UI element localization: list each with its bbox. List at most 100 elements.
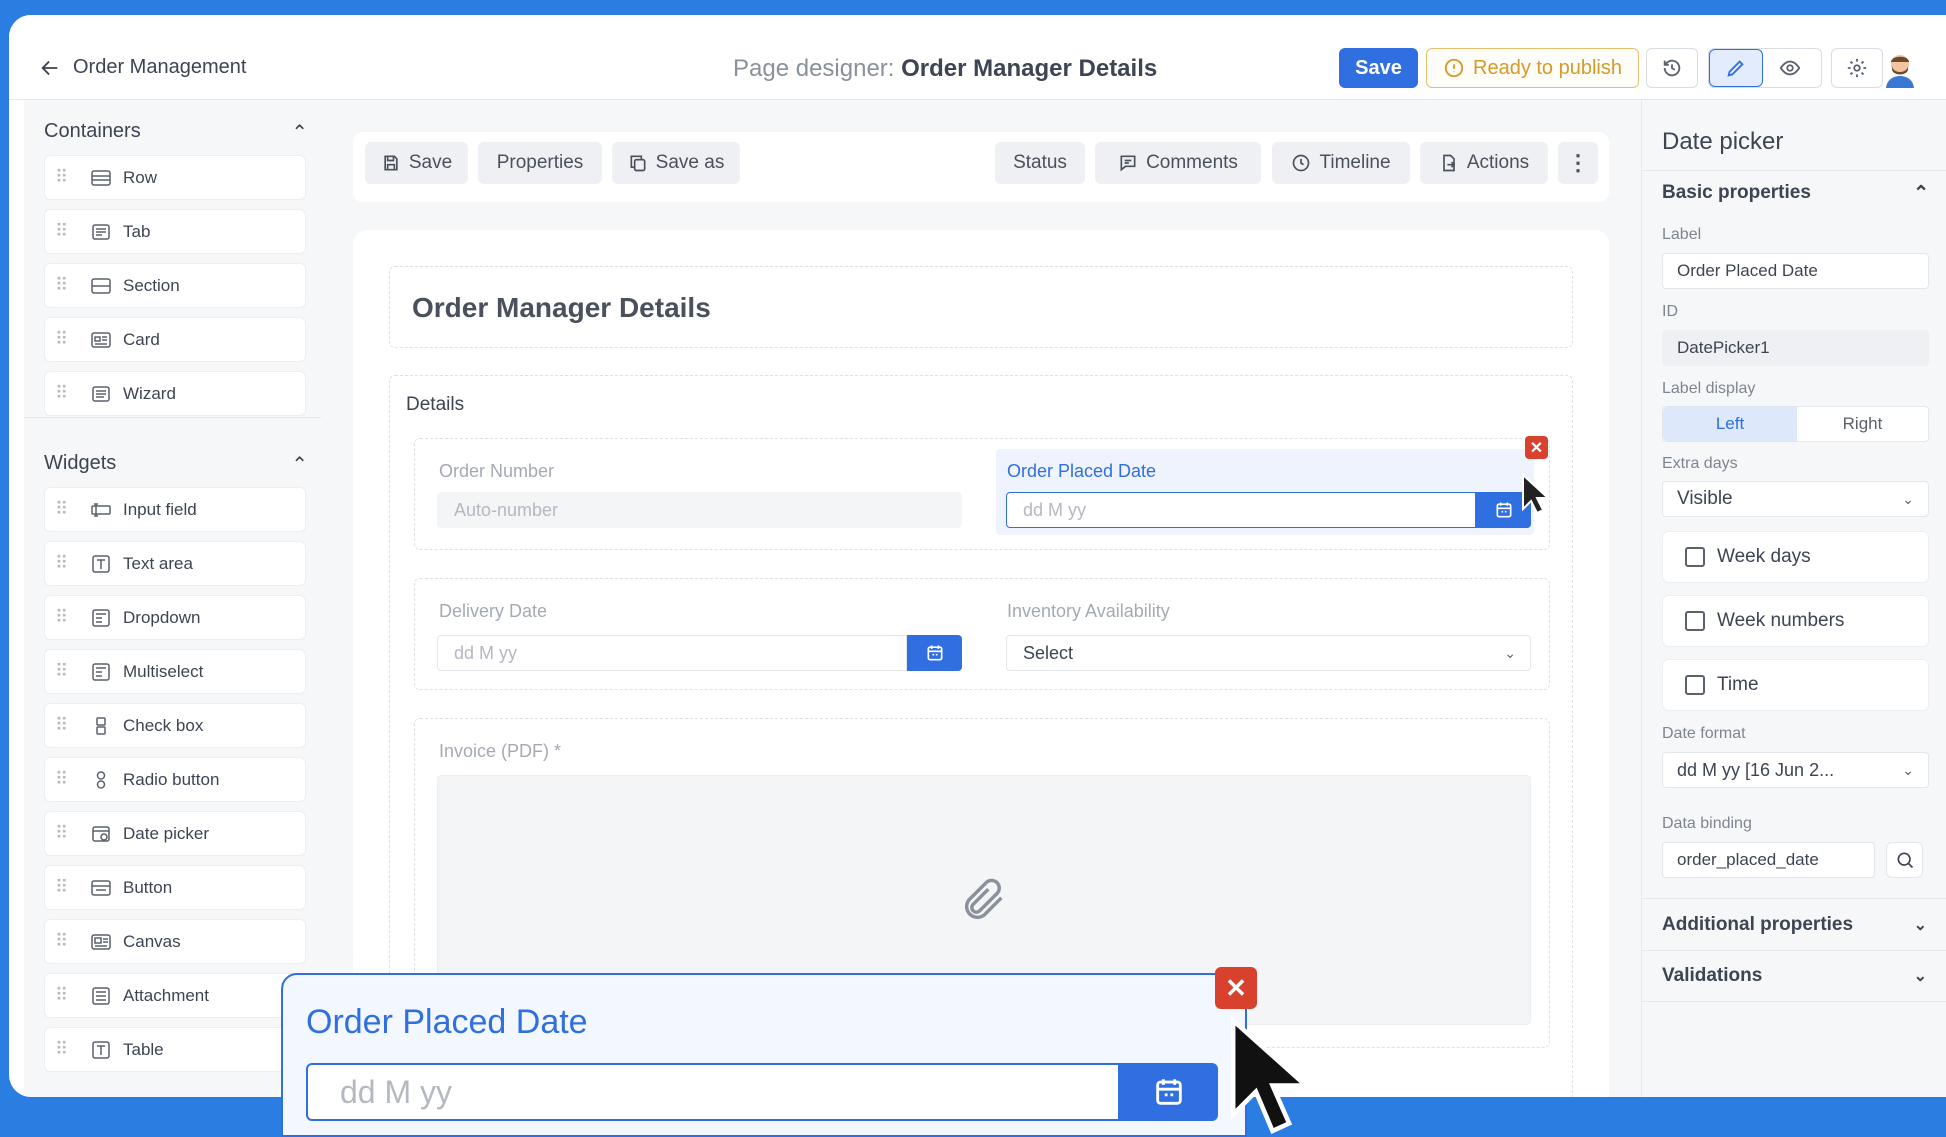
widgets-header[interactable]: Widgets ⌃: [44, 452, 308, 477]
id-field[interactable]: DatePicker1: [1662, 330, 1929, 366]
widget-item-multiselect[interactable]: ⠿ Multiselect: [44, 649, 306, 694]
widget-item-label: Card: [123, 329, 160, 349]
toolbar-properties-button[interactable]: Properties: [478, 142, 602, 184]
date-picker-icon: [91, 825, 111, 843]
drag-handle-icon[interactable]: ⠿: [55, 661, 71, 682]
drag-handle-icon[interactable]: ⠿: [55, 221, 71, 242]
additional-properties-header[interactable]: Additional properties ⌄: [1642, 898, 1946, 950]
order-placed-date-input[interactable]: dd M yy: [1006, 492, 1476, 528]
order-placed-date-label: Order Placed Date: [1007, 461, 1157, 481]
section-icon: [91, 277, 111, 295]
widget-item-row[interactable]: ⠿ Row: [44, 155, 306, 200]
calendar-icon: [1156, 1079, 1182, 1105]
avatar[interactable]: [1880, 48, 1920, 88]
widget-item-input-field[interactable]: ⠿ Input field: [44, 487, 306, 532]
label-display-caption: Label display: [1662, 380, 1756, 397]
drag-handle-icon[interactable]: ⠿: [55, 823, 71, 844]
widget-item-radio-button[interactable]: ⠿ Radio button: [44, 757, 306, 802]
history-button[interactable]: [1646, 48, 1698, 88]
form-row-2[interactable]: Delivery Date dd M yy Inventory Availabi…: [414, 578, 1550, 690]
widget-item-attachment[interactable]: ⠿ Attachment: [44, 973, 306, 1018]
form-row-1[interactable]: Order Number Auto-number Order Placed Da…: [414, 436, 1550, 550]
form-title-container[interactable]: Order Manager Details: [389, 266, 1573, 348]
zoom-calendar-button[interactable]: [1120, 1063, 1218, 1121]
more-options-button[interactable]: ⋮: [1558, 142, 1598, 184]
data-binding-field[interactable]: order_placed_date: [1662, 842, 1875, 878]
back-label: Order Management: [73, 56, 247, 78]
drag-handle-icon[interactable]: ⠿: [55, 499, 71, 520]
zoom-date-input[interactable]: dd M yy: [306, 1063, 1120, 1121]
drag-handle-icon[interactable]: ⠿: [55, 985, 71, 1006]
checkbox-box: [1685, 547, 1705, 567]
toolbar-actions-button[interactable]: Actions: [1420, 142, 1548, 184]
drag-handle-icon[interactable]: ⠿: [55, 275, 71, 296]
drag-handle-icon[interactable]: ⠿: [55, 931, 71, 952]
widget-item-section[interactable]: ⠿ Section: [44, 263, 306, 308]
toolbar-save-as-button[interactable]: Save as: [612, 142, 740, 184]
zoom-remove-button[interactable]: ✕: [1215, 967, 1257, 1009]
divider: [24, 417, 321, 418]
data-binding-search-button[interactable]: [1886, 842, 1923, 878]
row-icon: [91, 169, 111, 187]
widget-item-table[interactable]: ⠿ Table: [44, 1027, 306, 1072]
widget-item-label: Table: [123, 1039, 164, 1059]
widget-item-canvas[interactable]: ⠿ Canvas: [44, 919, 306, 964]
remove-widget-button[interactable]: ✕: [1525, 436, 1548, 459]
top-bar: Order Management Page designer: Order Ma…: [9, 15, 1946, 100]
basic-properties-header[interactable]: Basic properties ⌃: [1662, 182, 1929, 205]
widget-item-text-area[interactable]: ⠿ Text area: [44, 541, 306, 586]
validations-header[interactable]: Validations ⌄: [1642, 950, 1946, 1002]
drag-handle-icon[interactable]: ⠿: [55, 715, 71, 736]
widget-item-tab[interactable]: ⠿ Tab: [44, 209, 306, 254]
widget-item-check-box[interactable]: ⠿ Check box: [44, 703, 306, 748]
widget-item-button[interactable]: ⠿ Button: [44, 865, 306, 910]
delivery-calendar-button[interactable]: [907, 635, 962, 671]
chevron-down-icon: ⌄: [1913, 968, 1927, 985]
drag-handle-icon[interactable]: ⠿: [55, 607, 71, 628]
drag-handle-icon[interactable]: ⠿: [55, 167, 71, 188]
arrow-left-icon: [41, 60, 58, 75]
delivery-date-input[interactable]: dd M yy: [437, 635, 907, 671]
dropdown-icon: [91, 608, 111, 627]
widget-item-card[interactable]: ⠿ Card: [44, 317, 306, 362]
date-format-select[interactable]: dd M yy [16 Jun 2... ⌄: [1662, 752, 1929, 788]
inventory-availability-dropdown[interactable]: Select ⌄: [1006, 635, 1531, 671]
drag-handle-icon[interactable]: ⠿: [55, 553, 71, 574]
drag-handle-icon[interactable]: ⠿: [55, 329, 71, 350]
time-checkbox[interactable]: Time: [1662, 659, 1929, 711]
order-number-input[interactable]: Auto-number: [437, 492, 962, 528]
chevron-down-icon: ⌄: [1902, 490, 1914, 507]
widget-item-wizard[interactable]: ⠿ Wizard: [44, 371, 306, 416]
toolbar-comments-button[interactable]: Comments: [1095, 142, 1261, 184]
label-display-left[interactable]: Left: [1663, 407, 1797, 441]
extra-days-select[interactable]: Visible ⌄: [1662, 481, 1929, 517]
label-display-right[interactable]: Right: [1797, 407, 1928, 441]
week-numbers-checkbox[interactable]: Week numbers: [1662, 595, 1929, 647]
calendar-icon: [927, 645, 942, 661]
preview-mode-button[interactable]: [1763, 49, 1817, 87]
text-area-icon: [91, 554, 111, 573]
drag-handle-icon[interactable]: ⠿: [55, 383, 71, 404]
drag-handle-icon[interactable]: ⠿: [55, 877, 71, 898]
drag-handle-icon[interactable]: ⠿: [55, 769, 71, 790]
widget-item-date-picker[interactable]: ⠿ Date picker: [44, 811, 306, 856]
large-mouse-pointer-icon: [1230, 1016, 1312, 1134]
save-button[interactable]: Save: [1339, 48, 1418, 88]
ready-to-publish-button[interactable]: Ready to publish: [1426, 48, 1639, 88]
containers-header[interactable]: Containers ⌃: [44, 120, 308, 145]
label-field[interactable]: Order Placed Date: [1662, 253, 1929, 289]
back-link[interactable]: Order Management: [39, 56, 246, 79]
widget-library: Containers ⌃ ⠿ Row ⠿ Tab ⠿ Section ⠿ Card ⠿ Wizar…: [24, 100, 321, 1097]
widget-item-dropdown[interactable]: ⠿ Dropdown: [44, 595, 306, 640]
calendar-icon: [1496, 502, 1511, 518]
clock-icon: [1293, 154, 1310, 172]
toolbar-timeline-button[interactable]: Timeline: [1272, 142, 1410, 184]
toolbar-save-button[interactable]: Save: [365, 142, 468, 184]
edit-mode-button[interactable]: [1709, 49, 1763, 87]
copy-icon: [630, 155, 646, 172]
week-days-checkbox[interactable]: Week days: [1662, 531, 1929, 583]
multiselect-icon: [91, 662, 111, 681]
drag-handle-icon[interactable]: ⠿: [55, 1039, 71, 1060]
settings-button[interactable]: [1831, 48, 1883, 88]
toolbar-status-button[interactable]: Status: [995, 142, 1085, 184]
